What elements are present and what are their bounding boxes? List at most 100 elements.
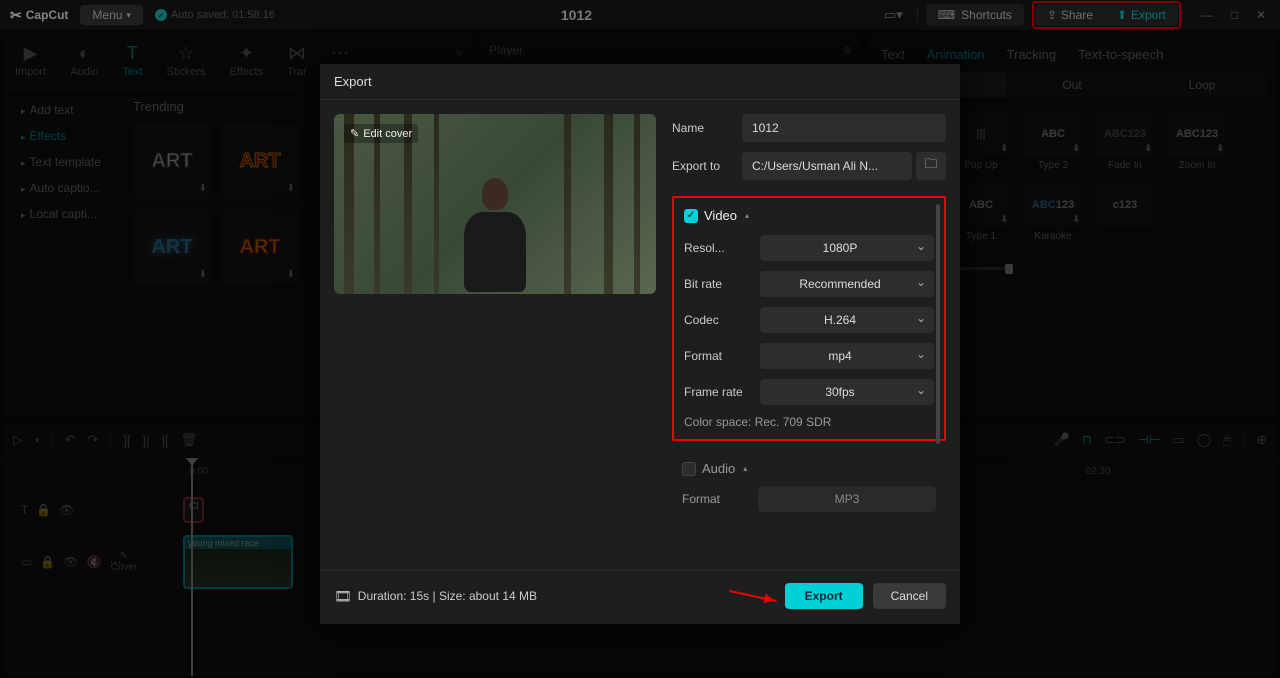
undo-button[interactable]: ↶ xyxy=(65,432,76,448)
maximize-button[interactable]: □ xyxy=(1227,8,1242,22)
preview-icon[interactable]: ▭ xyxy=(1172,432,1184,448)
effect-thumb[interactable]: ART⬇ xyxy=(133,210,211,284)
cover-edit-icon[interactable]: ✎ xyxy=(120,551,128,562)
anim-zoomin[interactable]: ABC123⬇ xyxy=(1168,112,1226,156)
close-window-button[interactable]: ✕ xyxy=(1252,8,1270,22)
audio-icon: ◐ xyxy=(79,43,90,64)
rtab-animation[interactable]: Animation xyxy=(927,47,985,62)
playhead[interactable] xyxy=(191,460,193,676)
lock-icon[interactable]: 🔒 xyxy=(36,503,51,517)
codec-select[interactable]: H.264 xyxy=(760,307,934,333)
share-button[interactable]: ⇪Share xyxy=(1035,4,1105,26)
audio-format-select: MP3 xyxy=(758,486,936,512)
edit-cover-button[interactable]: ✎Edit cover xyxy=(344,124,418,143)
redo-button[interactable]: ↷ xyxy=(87,432,98,448)
cat-effects[interactable]: Effects xyxy=(11,123,115,149)
link-icon[interactable]: ⊂⊃ xyxy=(1104,432,1126,448)
minimize-button[interactable]: — xyxy=(1197,8,1217,22)
rtab-tracking[interactable]: Tracking xyxy=(1007,47,1056,62)
resolution-label: Resol... xyxy=(684,241,760,255)
collapse-icon[interactable]: ▴ xyxy=(745,211,749,220)
layout-icon[interactable]: ▭▾ xyxy=(878,7,909,23)
name-label: Name xyxy=(672,121,732,135)
tab-audio[interactable]: ◐Audio xyxy=(62,39,106,82)
effect-thumb[interactable]: ART⬇ xyxy=(221,210,299,284)
video-checkbox[interactable]: ✓ xyxy=(684,209,698,223)
subtab-out[interactable]: Out xyxy=(1007,72,1137,98)
color-space-info: Color space: Rec. 709 SDR xyxy=(684,415,934,429)
delete-button[interactable]: 🗑 xyxy=(181,432,198,448)
split-left[interactable]: ]| xyxy=(143,433,150,448)
tab-effects[interactable]: ✦Effects xyxy=(222,39,271,82)
effects-icon: ✦ xyxy=(239,43,254,64)
download-icon: ⬇ xyxy=(1000,214,1008,225)
magnet-icon[interactable]: ⊓ xyxy=(1082,432,1092,448)
text-clip[interactable]: Cl xyxy=(183,497,204,523)
circle-icon[interactable]: ◯ xyxy=(1197,432,1212,448)
shortcuts-button[interactable]: ⌨Shortcuts xyxy=(926,4,1024,26)
split-tool[interactable]: ][ xyxy=(123,433,130,448)
tab-stickers[interactable]: ☆Stickers xyxy=(159,39,214,82)
video-settings-section: ✓ Video ▴ Resol... 1080P Bit rate Recomm… xyxy=(672,196,946,441)
export-button-top[interactable]: ⬆Export xyxy=(1105,4,1178,26)
framerate-select[interactable]: 30fps xyxy=(760,379,934,405)
download-icon: ⬇ xyxy=(199,183,207,194)
anim-type1[interactable]: ABC⬇ xyxy=(952,183,1010,227)
mouse-icon[interactable]: 🖱 xyxy=(1223,432,1231,448)
eye-icon[interactable]: 👁 xyxy=(59,503,74,517)
cat-local-captions[interactable]: Local capti... xyxy=(11,201,115,227)
collapse-icon[interactable]: ▴ xyxy=(743,464,747,473)
anim-c123[interactable]: c123 xyxy=(1096,183,1154,227)
cat-text-template[interactable]: Text template xyxy=(11,149,115,175)
download-icon: ⬇ xyxy=(287,269,295,280)
text-track-icon: T xyxy=(21,503,28,517)
player-menu-icon[interactable]: ≡ xyxy=(844,43,851,57)
pointer-tool[interactable]: ▷ xyxy=(13,432,23,448)
bitrate-select[interactable]: Recommended xyxy=(760,271,934,297)
keyboard-icon: ⌨ xyxy=(938,8,955,22)
anim-fadein[interactable]: ABC123⬇ xyxy=(1096,112,1154,156)
format-select[interactable]: mp4 xyxy=(760,343,934,369)
chevron-right-icon[interactable]: » xyxy=(450,39,469,66)
cancel-button[interactable]: Cancel xyxy=(873,583,946,609)
browse-folder-button[interactable]: 🗀 xyxy=(916,152,946,180)
align-icon[interactable]: ⊣⊢ xyxy=(1138,432,1161,448)
anim-type2[interactable]: ABC⬇ xyxy=(1024,112,1082,156)
tab-transitions[interactable]: ⋈Trar xyxy=(279,39,315,82)
anim-popup[interactable]: |||⬇ xyxy=(952,112,1010,156)
chevron-down-icon: ▾ xyxy=(126,10,131,21)
export-button[interactable]: Export xyxy=(785,583,863,609)
scrollbar[interactable] xyxy=(936,204,940,444)
project-title: 1012 xyxy=(287,7,866,23)
tab-import[interactable]: ▶Import xyxy=(7,39,54,82)
upload-icon: ⬆ xyxy=(1117,8,1127,22)
autosave-status: ✓ Auto saved: 01:58:16 xyxy=(155,9,275,21)
scissors-icon: ✂ xyxy=(10,7,22,24)
effect-thumb[interactable]: ART⬇ xyxy=(221,124,299,198)
cat-auto-captions[interactable]: Auto captio... xyxy=(11,175,115,201)
pencil-icon: ✎ xyxy=(350,127,359,140)
download-icon: ⬇ xyxy=(1072,214,1080,225)
cat-add-text[interactable]: Add text xyxy=(11,97,115,123)
split-right[interactable]: |[ xyxy=(162,433,169,448)
rtab-text[interactable]: Text xyxy=(881,47,905,62)
anim-karaoke[interactable]: ABC123⬇ xyxy=(1024,183,1082,227)
audio-format-label: Format xyxy=(682,492,758,506)
video-clip[interactable]: young mixed race xyxy=(183,535,293,589)
share-icon: ⇪ xyxy=(1047,8,1057,22)
cover-preview[interactable]: ✎Edit cover xyxy=(334,114,656,294)
menu-button[interactable]: Menu▾ xyxy=(80,5,143,25)
bitrate-label: Bit rate xyxy=(684,277,760,291)
zoom-in-icon[interactable]: ⊕ xyxy=(1256,432,1267,448)
effect-thumb[interactable]: ART⬇ xyxy=(133,124,211,198)
tab-text[interactable]: TText xyxy=(114,39,150,82)
mic-icon[interactable]: 🎤 xyxy=(1054,432,1070,448)
name-input[interactable] xyxy=(742,114,946,142)
rtab-tts[interactable]: Text-to-speech xyxy=(1078,47,1163,62)
text-icon: T xyxy=(127,43,138,64)
subtab-loop[interactable]: Loop xyxy=(1137,72,1267,98)
download-icon: ⬇ xyxy=(1000,143,1008,154)
audio-checkbox[interactable] xyxy=(682,462,696,476)
lock-icon[interactable]: 🔒 xyxy=(40,555,55,569)
resolution-select[interactable]: 1080P xyxy=(760,235,934,261)
